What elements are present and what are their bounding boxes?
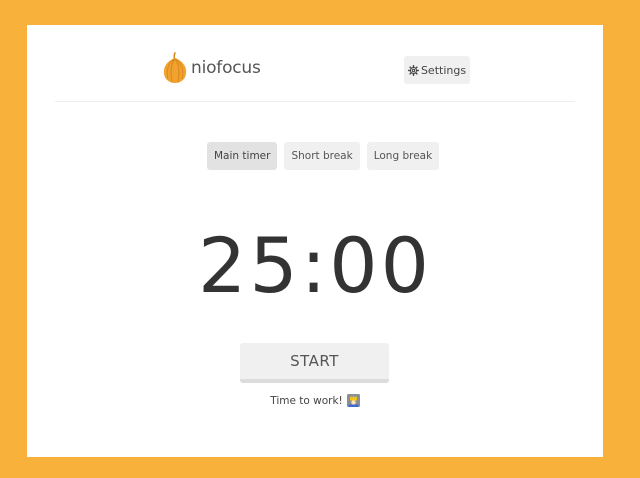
status-message: Time to work! <box>270 394 343 407</box>
settings-button[interactable]: Settings <box>404 56 470 84</box>
timer-display: 25:00 <box>197 221 433 310</box>
brand-link[interactable]: niofocus <box>161 51 261 85</box>
header: niofocus Settings <box>55 25 575 102</box>
main-card: niofocus Settings Main timer Short break… <box>27 25 603 457</box>
mode-tabs: Main timer Short break Long break <box>207 142 440 170</box>
tab-short-break[interactable]: Short break <box>284 142 360 170</box>
settings-label: Settings <box>420 63 467 77</box>
status-message-row: Time to work! <box>27 394 603 407</box>
garlic-icon <box>163 52 187 83</box>
worker-emoji-icon <box>346 394 360 407</box>
brand-name: niofocus <box>191 58 261 78</box>
tab-main-timer[interactable]: Main timer <box>207 142 278 170</box>
start-button[interactable]: START <box>240 343 389 383</box>
gear-icon <box>407 64 419 76</box>
tab-long-break[interactable]: Long break <box>366 142 440 170</box>
